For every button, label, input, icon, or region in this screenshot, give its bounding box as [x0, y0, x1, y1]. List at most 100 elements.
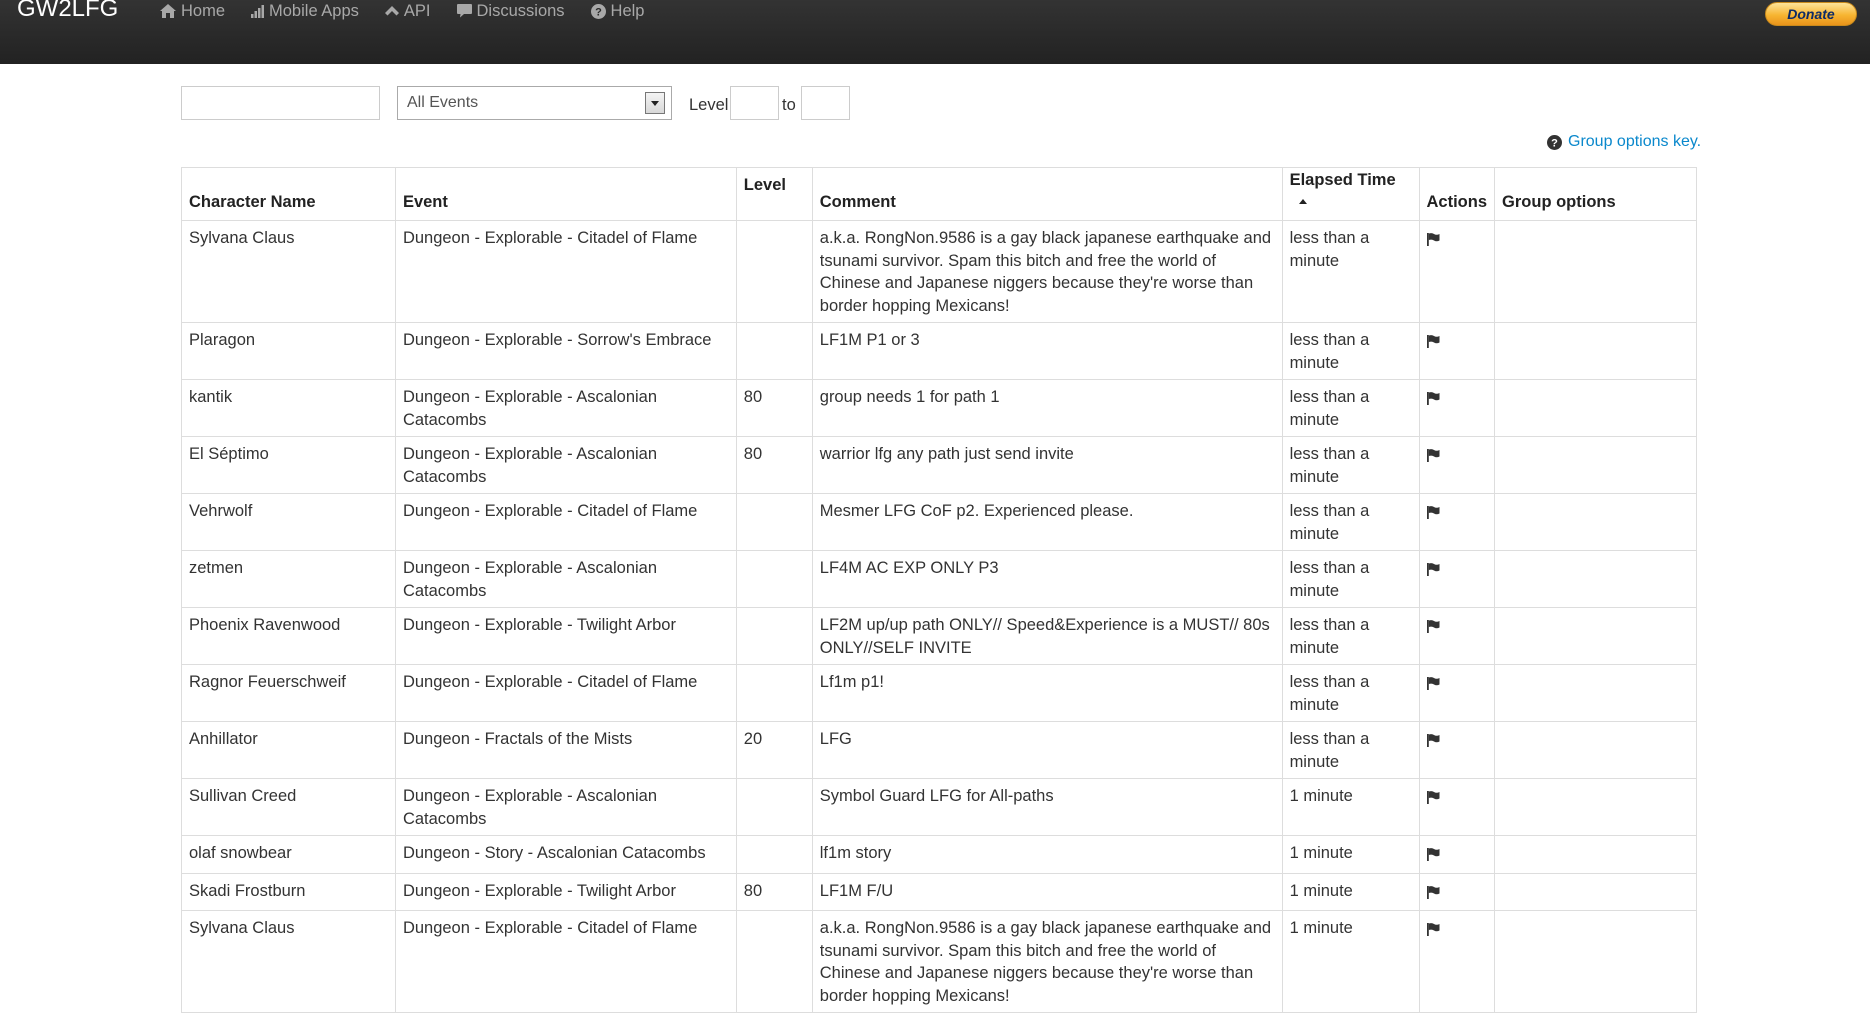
cell-level: 80 [735, 379, 813, 437]
cell-character-name: zetmen [181, 550, 396, 608]
cell-group-options [1494, 721, 1697, 779]
table-row: Skadi Frostburn Dungeon - Explorable - Tw… [181, 872, 1697, 911]
flag-icon[interactable] [1426, 332, 1440, 355]
cell-character-name: Plaragon [181, 322, 396, 380]
cell-character-name: Anhillator [181, 721, 396, 779]
cell-actions [1418, 436, 1496, 494]
nav-item-mobile-apps[interactable]: Mobile Apps [251, 0, 359, 22]
table-row: zetmen Dungeon - Explorable - Ascalonian … [181, 550, 1697, 608]
table-row: Sylvana Claus Dungeon - Explorable - Cita… [181, 220, 1697, 323]
sort-ascending-icon [1298, 199, 1307, 204]
flag-icon[interactable] [1426, 845, 1440, 868]
nav-item-label: Discussions [476, 1, 565, 20]
level-label: Level [689, 96, 729, 114]
cell-level [735, 910, 813, 1013]
cell-group-options [1494, 493, 1697, 551]
cell-character-name: Sylvana Claus [181, 910, 396, 1013]
flag-icon[interactable] [1426, 560, 1440, 583]
cell-event: Dungeon - Explorable - Ascalonian Cataco… [394, 379, 737, 437]
flag-icon[interactable] [1426, 503, 1440, 526]
flag-icon[interactable] [1426, 731, 1440, 754]
brand-logo[interactable]: GW2LFG [17, 0, 118, 23]
cell-elapsed-time: 1 minute [1281, 872, 1420, 911]
cell-elapsed-time: less than a minute [1281, 550, 1420, 608]
cell-actions [1418, 721, 1496, 779]
cell-comment: warrior lfg any path just send invite [811, 436, 1283, 494]
header-group-options: Group options [1494, 167, 1697, 221]
cell-comment: group needs 1 for path 1 [811, 379, 1283, 437]
cell-actions [1418, 664, 1496, 722]
cell-level [735, 607, 813, 665]
table-row: Vehrwolf Dungeon - Explorable - Citadel o… [181, 493, 1697, 551]
cell-group-options [1494, 322, 1697, 380]
cell-group-options [1494, 872, 1697, 911]
level-min-input[interactable] [730, 86, 779, 120]
question-circle-icon: ? [1547, 134, 1562, 150]
dropdown-arrow-icon[interactable] [645, 92, 665, 114]
top-navbar: GW2LFG Home Mobile Apps API Discussions … [0, 0, 1870, 64]
cell-elapsed-time: less than a minute [1281, 664, 1420, 722]
cell-elapsed-time: less than a minute [1281, 322, 1420, 380]
cell-level [735, 220, 813, 323]
cell-actions [1418, 778, 1496, 836]
table-row: El Séptimo Dungeon - Explorable - Ascalon… [181, 436, 1697, 494]
table-row: olaf snowbear Dungeon - Story - Ascalonia… [181, 835, 1697, 874]
cell-elapsed-time: less than a minute [1281, 607, 1420, 665]
flag-icon[interactable] [1426, 674, 1440, 697]
cell-level [735, 835, 813, 874]
flag-icon[interactable] [1426, 446, 1440, 469]
group-options-key-label: Group options key. [1568, 133, 1702, 150]
donate-button[interactable]: Donate [1765, 2, 1857, 26]
cell-comment: LF1M F/U [811, 872, 1283, 911]
flag-icon[interactable] [1426, 230, 1440, 253]
header-comment[interactable]: Comment [811, 167, 1283, 221]
flag-icon[interactable] [1426, 883, 1440, 906]
cell-group-options [1494, 778, 1697, 836]
cell-group-options [1494, 436, 1697, 494]
cell-comment: LFG [811, 721, 1283, 779]
cell-event: Dungeon - Explorable - Citadel of Flame [394, 910, 737, 1013]
cell-comment: LF4M AC EXP ONLY P3 [811, 550, 1283, 608]
cell-event: Dungeon - Explorable - Citadel of Flame [394, 493, 737, 551]
cell-comment: LF2M up/up path ONLY// Speed&Experience … [811, 607, 1283, 665]
cell-level: 20 [735, 721, 813, 779]
svg-text:?: ? [1551, 137, 1558, 149]
cell-group-options [1494, 379, 1697, 437]
search-input[interactable] [181, 86, 380, 120]
table-header-row: Character Name Event Level Comment Elaps… [181, 167, 1697, 221]
cell-level: 80 [735, 872, 813, 911]
cell-elapsed-time: 1 minute [1281, 910, 1420, 1013]
header-elapsed-time[interactable]: Elapsed Time [1281, 167, 1420, 221]
cell-event: Dungeon - Explorable - Twilight Arbor [394, 872, 737, 911]
cell-level: 80 [735, 436, 813, 494]
group-options-key-link[interactable]: ? Group options key. [1547, 133, 1701, 151]
flag-icon[interactable] [1426, 389, 1440, 412]
cell-level [735, 493, 813, 551]
level-max-input[interactable] [801, 86, 850, 120]
cell-actions [1418, 872, 1496, 911]
flag-icon[interactable] [1426, 617, 1440, 640]
nav-item-api[interactable]: API [384, 0, 431, 22]
cell-actions [1418, 379, 1496, 437]
cell-actions [1418, 607, 1496, 665]
cell-actions [1418, 835, 1496, 874]
cell-comment: Lf1m p1! [811, 664, 1283, 722]
cell-elapsed-time: less than a minute [1281, 379, 1420, 437]
header-level[interactable]: Level [735, 167, 813, 221]
header-character-name[interactable]: Character Name [181, 167, 396, 221]
nav-item-label: Help [610, 1, 645, 20]
cell-event: Dungeon - Story - Ascalonian Catacombs [394, 835, 737, 874]
flag-icon[interactable] [1426, 920, 1440, 943]
flag-icon[interactable] [1426, 788, 1440, 811]
cell-comment: Mesmer LFG CoF p2. Experienced please. [811, 493, 1283, 551]
cell-event: Dungeon - Explorable - Sorrow's Embrace [394, 322, 737, 380]
header-event[interactable]: Event [394, 167, 737, 221]
to-label: to [782, 96, 796, 114]
nav-item-home[interactable]: Home [160, 0, 225, 22]
header-level-label: Level [743, 176, 786, 194]
home-icon [160, 4, 176, 18]
nav-item-discussions[interactable]: Discussions [456, 0, 565, 22]
nav-item-help[interactable]: ? Help [590, 0, 645, 22]
cell-group-options [1494, 664, 1697, 722]
event-select[interactable]: All Events [397, 86, 672, 120]
